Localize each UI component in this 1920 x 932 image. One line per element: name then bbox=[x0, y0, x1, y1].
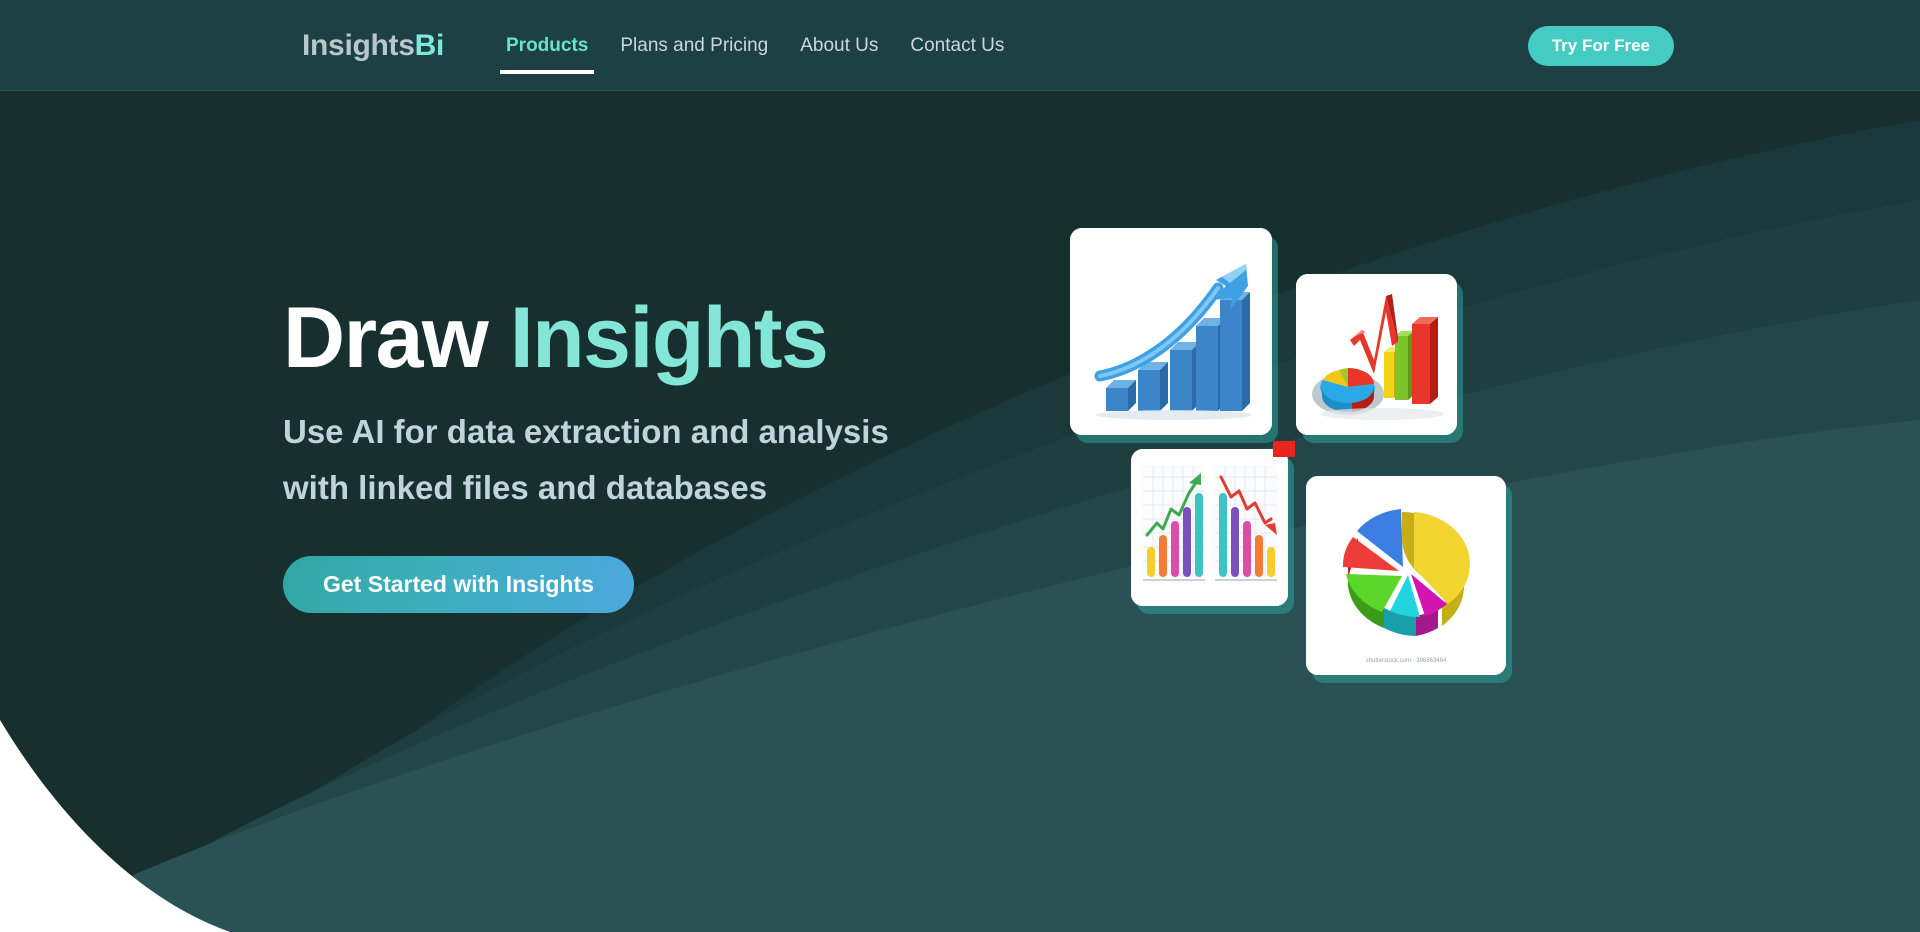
nav-item-about-us-label: About Us bbox=[800, 34, 879, 56]
hero-title-plain: Draw bbox=[283, 290, 489, 386]
site-header: InsightsBi Products Plans and Pricing Ab… bbox=[0, 0, 1920, 91]
nav-item-plans-and-pricing-label: Plans and Pricing bbox=[620, 34, 769, 56]
exploded-pie-chart-image[interactable]: shutterstock.com · 396863464 bbox=[1306, 476, 1506, 675]
nav-item-products-label: Products bbox=[506, 34, 589, 56]
hero-subtitle-line-1: Use AI for data extraction and analysis bbox=[283, 413, 889, 450]
try-for-free-button[interactable]: Try For Free bbox=[1527, 26, 1674, 66]
landing-page: InsightsBi Products Plans and Pricing Ab… bbox=[0, 0, 1920, 932]
nav-item-plans-and-pricing[interactable]: Plans and Pricing bbox=[604, 0, 784, 91]
get-started-button[interactable]: Get Started with Insights bbox=[283, 556, 634, 613]
hero-title: Draw Insights bbox=[283, 290, 1003, 386]
hero-subtitle-line-2: with linked files and databases bbox=[283, 469, 768, 506]
nav-item-about-us[interactable]: About Us bbox=[784, 0, 894, 91]
brand-logo-accent: Bi bbox=[414, 29, 445, 62]
nav-item-products[interactable]: Products bbox=[490, 0, 604, 91]
hero-section: Draw Insights Use AI for data extraction… bbox=[283, 290, 1003, 613]
nav-item-contact-us[interactable]: Contact Us bbox=[894, 0, 1020, 91]
main-navigation: Products Plans and Pricing About Us Cont… bbox=[490, 0, 1020, 91]
pie-image-watermark: shutterstock.com · 396863464 bbox=[1366, 658, 1447, 664]
hero-image-collage: shutterstock.com · 396863464 bbox=[1068, 228, 1528, 688]
growth-bar-chart-image[interactable] bbox=[1070, 228, 1272, 435]
brand-logo-primary: Insights bbox=[302, 29, 415, 62]
dual-trend-charts-image[interactable] bbox=[1131, 449, 1288, 606]
mixed-3d-charts-image[interactable] bbox=[1296, 274, 1457, 435]
hero-subtitle: Use AI for data extraction and analysis … bbox=[283, 404, 963, 516]
brand-logo[interactable]: InsightsBi bbox=[302, 28, 444, 64]
hero-title-accent: Insights bbox=[509, 290, 829, 386]
nav-item-contact-us-label: Contact Us bbox=[910, 34, 1005, 56]
red-corner-accent bbox=[1273, 441, 1295, 457]
